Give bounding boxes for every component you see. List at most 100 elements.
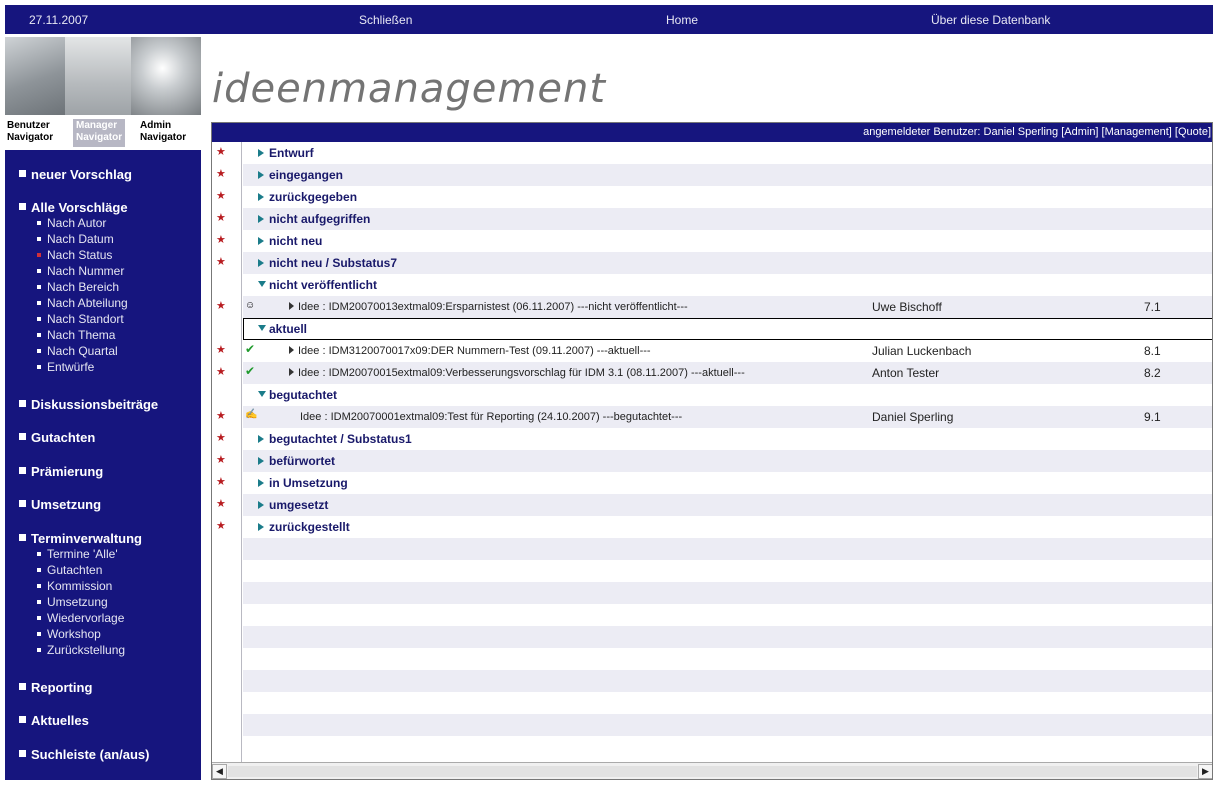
empty-row — [243, 692, 1212, 714]
bullet-icon — [37, 584, 41, 588]
sidebar-sub-by-quarter[interactable]: Nach Quartal — [37, 344, 118, 358]
sidebar-item-reporting[interactable]: Reporting — [19, 680, 92, 695]
sidebar-item-searchbar-toggle[interactable]: Suchleiste (an/aus) — [19, 747, 149, 762]
category-row[interactable]: ★ befürwortet — [216, 450, 1212, 472]
sidebar-sub-dates-all[interactable]: Termine 'Alle' — [37, 547, 118, 561]
category-row[interactable]: ★ in Umsetzung — [216, 472, 1212, 494]
category-row[interactable]: ★ Entwurf — [216, 142, 1212, 164]
category-label: nicht neu — [258, 234, 322, 248]
expand-triangle-icon — [258, 237, 264, 245]
empty-row — [243, 648, 1212, 670]
sidebar-item-label: Terminverwaltung — [31, 531, 143, 546]
tab-admin-navigator[interactable]: Admin Navigator — [140, 120, 186, 144]
sidebar-sub-dates-resubmission[interactable]: Wiedervorlage — [37, 611, 125, 625]
category-row[interactable]: ★ nicht neu — [216, 230, 1212, 252]
sidebar-sub-drafts[interactable]: Entwürfe — [37, 360, 94, 374]
category-row[interactable]: ★ zurückgestellt — [216, 516, 1212, 538]
category-row[interactable]: ★ zurückgegeben — [216, 186, 1212, 208]
sidebar-item-discussion[interactable]: Diskussionsbeiträge — [19, 397, 158, 412]
document-text: Idee : IDM3120070017x09:DER Nummern-Test… — [298, 345, 651, 357]
category-label: umgesetzt — [258, 498, 328, 512]
user-info-bar: angemeldeter Benutzer: Daniel Sperling [… — [212, 123, 1212, 142]
collapse-triangle-icon — [258, 391, 266, 397]
bullet-icon — [37, 301, 41, 305]
sidebar-sub-dates-workshop[interactable]: Workshop — [37, 627, 101, 641]
sidebar-item-award[interactable]: Prämierung — [19, 464, 103, 479]
sidebar-item-label: Suchleiste (an/aus) — [31, 747, 150, 762]
sidebar-sub-dates-deferral[interactable]: Zurückstellung — [37, 643, 125, 657]
category-row[interactable]: ★ eingegangen — [216, 164, 1212, 186]
category-row[interactable]: ★ nicht aufgegriffen — [216, 208, 1212, 230]
category-label: nicht aufgegriffen — [258, 212, 370, 226]
category-row-expanded[interactable]: nicht veröffentlicht — [243, 274, 1212, 296]
sidebar-sub-label: Kommission — [47, 579, 113, 593]
home-link[interactable]: Home — [666, 13, 698, 27]
category-row[interactable]: ★ umgesetzt — [216, 494, 1212, 516]
sidebar-sub-by-number[interactable]: Nach Nummer — [37, 264, 125, 278]
sidebar-item-new-proposal[interactable]: neuer Vorschlag — [19, 167, 132, 182]
horizontal-scrollbar[interactable]: ◀ ▶ — [212, 762, 1212, 779]
document-author: Anton Tester — [872, 366, 940, 380]
sidebar-sub-by-department[interactable]: Nach Abteilung — [37, 296, 128, 310]
document-row[interactable]: ★ ☺ Idee : IDM20070013extmal09:Ersparnis… — [216, 296, 1212, 318]
bullet-square-icon — [19, 750, 26, 757]
empty-row — [243, 582, 1212, 604]
document-row[interactable]: ★ ✔ Idee : IDM20070015extmal09:Verbesser… — [216, 362, 1212, 384]
sidebar-sub-dates-commission[interactable]: Kommission — [37, 579, 113, 593]
scroll-right-icon[interactable]: ▶ — [1198, 764, 1212, 779]
sidebar-sub-label: Wiedervorlage — [47, 611, 125, 625]
category-label: nicht veröffentlicht — [258, 278, 377, 292]
empty-row — [243, 538, 1212, 560]
header-photo-hand — [5, 37, 65, 115]
sidebar-item-news[interactable]: Aktuelles — [19, 713, 89, 728]
sidebar-sub-dates-expertise[interactable]: Gutachten — [37, 563, 102, 577]
checkmark-icon: ✔ — [245, 342, 256, 356]
bullet-icon — [37, 552, 41, 556]
sidebar-sub-by-date[interactable]: Nach Datum — [37, 232, 114, 246]
category-name: begutachtet — [269, 388, 338, 402]
document-title: Idee : IDM3120070017x09:DER Nummern-Test… — [289, 345, 651, 357]
sidebar-sub-label: Nach Nummer — [47, 264, 125, 278]
sidebar-sub-by-status[interactable]: Nach Status — [37, 248, 112, 262]
category-name: Entwurf — [269, 146, 314, 160]
sidebar-item-all-proposals[interactable]: Alle Vorschläge — [19, 200, 128, 215]
sidebar-sub-by-topic[interactable]: Nach Thema — [37, 328, 115, 342]
sidebar-sub-by-location[interactable]: Nach Standort — [37, 312, 124, 326]
bullet-square-icon — [19, 534, 26, 541]
unread-star-icon: ★ — [216, 168, 226, 180]
expand-triangle-icon — [258, 171, 264, 179]
tab-manager-navigator[interactable]: Manager Navigator — [73, 119, 126, 147]
bullet-icon — [37, 365, 41, 369]
bullet-icon — [37, 285, 41, 289]
collapse-triangle-icon — [258, 325, 266, 331]
header-photo-lightbulb — [131, 37, 201, 115]
top-bar: 27.11.2007 Schließen Home Über diese Dat… — [5, 5, 1213, 34]
category-row-expanded[interactable]: begutachtet — [243, 384, 1212, 406]
category-row[interactable]: ★ nicht neu / Substatus7 — [216, 252, 1212, 274]
app-window: 27.11.2007 Schließen Home Über diese Dat… — [0, 0, 1218, 785]
document-author: Julian Luckenbach — [872, 344, 972, 358]
sidebar-sub-by-area[interactable]: Nach Bereich — [37, 280, 119, 294]
tab-user-navigator[interactable]: Benutzer Navigator — [7, 120, 53, 144]
sidebar-item-implementation[interactable]: Umsetzung — [19, 497, 101, 512]
document-row[interactable]: ★ ✔ Idee : IDM3120070017x09:DER Nummern-… — [216, 340, 1212, 362]
category-name: nicht veröffentlicht — [269, 278, 378, 292]
scroll-left-icon[interactable]: ◀ — [212, 764, 227, 779]
sidebar-sub-label: Nach Standort — [47, 312, 124, 326]
close-link[interactable]: Schließen — [359, 13, 412, 27]
scrollbar-track[interactable] — [228, 766, 1197, 777]
sidebar-item-expertise[interactable]: Gutachten — [19, 430, 95, 445]
category-row-expanded-selected[interactable]: aktuell — [243, 318, 1212, 340]
document-row[interactable]: ★ ✍ Idee : IDM20070001extmal09:Test für … — [216, 406, 1212, 428]
sidebar-item-dates[interactable]: Terminverwaltung — [19, 531, 142, 546]
category-row[interactable]: ★ begutachtet / Substatus1 — [216, 428, 1212, 450]
about-database-link[interactable]: Über diese Datenbank — [931, 13, 1050, 27]
expand-triangle-icon — [258, 149, 264, 157]
sidebar-sub-dates-implementation[interactable]: Umsetzung — [37, 595, 108, 609]
sidebar-sub-by-author[interactable]: Nach Autor — [37, 216, 106, 230]
category-name: umgesetzt — [269, 498, 329, 512]
sidebar-item-label: Umsetzung — [31, 497, 102, 512]
category-label: befürwortet — [258, 454, 335, 468]
document-author: Daniel Sperling — [872, 410, 954, 424]
bullet-icon — [37, 568, 41, 572]
